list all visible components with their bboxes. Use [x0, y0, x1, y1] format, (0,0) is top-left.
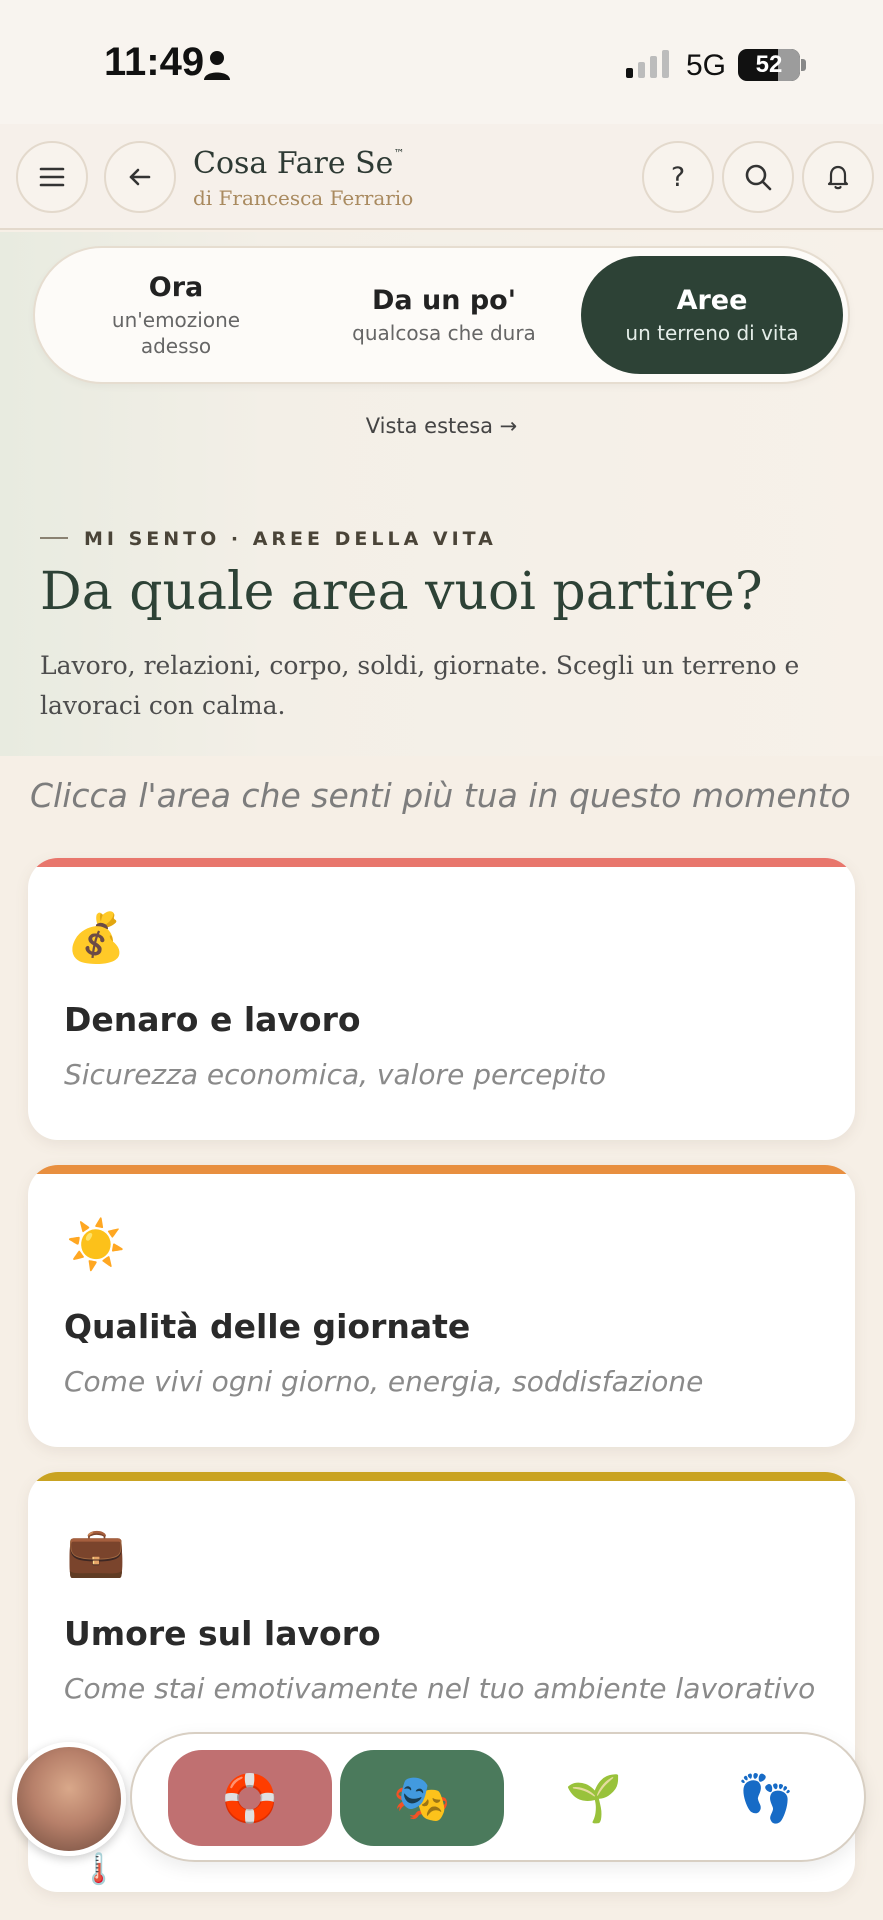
tab-subtitle: un terreno di vita: [625, 320, 799, 345]
theater-masks-icon: 🎭: [393, 1770, 451, 1825]
area-card-denaro[interactable]: 💰 Denaro e lavoro Sicurezza economica, v…: [28, 858, 855, 1140]
battery-icon: 52: [738, 49, 800, 81]
tab-subtitle: qualcosa che dura: [352, 320, 536, 345]
nav-path-button[interactable]: 👣: [684, 1750, 848, 1846]
card-stripe: [28, 1165, 855, 1174]
search-icon: [745, 164, 772, 191]
app-title-text: Cosa Fare Se: [193, 146, 394, 181]
tab-ora[interactable]: Ora un'emozione adesso: [47, 256, 305, 374]
money-bag-icon: 💰: [66, 910, 126, 966]
nav-growth-button[interactable]: 🌱: [512, 1750, 676, 1846]
tab-subtitle: un'emozione adesso: [111, 307, 241, 358]
network-label: 5G: [686, 49, 727, 82]
avatar[interactable]: [12, 1742, 126, 1856]
card-title: Umore sul lavoro: [64, 1614, 381, 1653]
instruction-text: Clicca l'area che senti più tua in quest…: [30, 776, 851, 815]
bell-icon: [827, 165, 849, 190]
battery-cap: [801, 59, 806, 71]
card-title: Qualità delle giornate: [64, 1307, 471, 1346]
battery-level: 52: [755, 51, 783, 78]
signal-icon: [626, 50, 669, 78]
help-button[interactable]: ?: [642, 141, 714, 213]
notifications-button[interactable]: [802, 141, 874, 213]
page-title: Da quale area vuoi partire?: [40, 562, 763, 622]
nav-help-button[interactable]: 🛟: [168, 1750, 332, 1846]
mode-tabs: Ora un'emozione adesso Da un po' qualcos…: [33, 246, 850, 384]
tab-title: Da un po': [371, 284, 517, 316]
tab-title: Aree: [676, 284, 748, 316]
card-stripe: [28, 1472, 855, 1481]
area-card-giornate[interactable]: ☀️ Qualità delle giornate Come vivi ogni…: [28, 1165, 855, 1447]
extended-view-link[interactable]: Vista estesa →: [0, 414, 883, 438]
card-subtitle: Come stai emotivamente nel tuo ambiente …: [64, 1672, 816, 1705]
lifebuoy-icon: 🛟: [221, 1770, 279, 1825]
tab-da-un-po[interactable]: Da un po' qualcosa che dura: [315, 256, 573, 374]
menu-button[interactable]: [16, 141, 88, 213]
tab-title: Ora: [148, 271, 204, 303]
footprints-icon: 👣: [737, 1770, 795, 1825]
section-eyebrow: MI SENTO · AREE DELLA VITA: [40, 528, 497, 550]
status-bar: 11:49 5G 52: [0, 0, 883, 124]
back-button[interactable]: [104, 141, 176, 213]
help-icon: ?: [670, 161, 686, 193]
app-subtitle: di Francesca Ferrario: [193, 186, 414, 210]
back-icon: [129, 168, 151, 186]
card-title: Denaro e lavoro: [64, 1000, 361, 1039]
app-header: Cosa Fare Se™ di Francesca Ferrario ?: [0, 124, 883, 230]
thermometer-icon: 🌡️: [80, 1852, 118, 1887]
status-time: 11:49: [104, 40, 205, 84]
person-icon: [204, 51, 230, 80]
tab-aree[interactable]: Aree un terreno di vita: [581, 256, 843, 374]
card-stripe: [28, 858, 855, 867]
card-subtitle: Sicurezza economica, valore percepito: [64, 1058, 606, 1091]
trademark: ™: [393, 147, 405, 160]
card-subtitle: Come vivi ogni giorno, energia, soddisfa…: [64, 1365, 704, 1398]
page-description: Lavoro, relazioni, corpo, soldi, giornat…: [40, 651, 800, 720]
search-button[interactable]: [722, 141, 794, 213]
menu-icon: [39, 167, 65, 187]
app-title: Cosa Fare Se™: [193, 146, 404, 181]
bottom-navigation: 🛟 🎭 🌱 👣: [130, 1732, 866, 1862]
briefcase-icon: 💼: [66, 1524, 126, 1580]
sun-icon: ☀️: [66, 1217, 126, 1273]
nav-emotions-button[interactable]: 🎭: [340, 1750, 504, 1846]
sprout-icon: 🌱: [565, 1770, 623, 1825]
